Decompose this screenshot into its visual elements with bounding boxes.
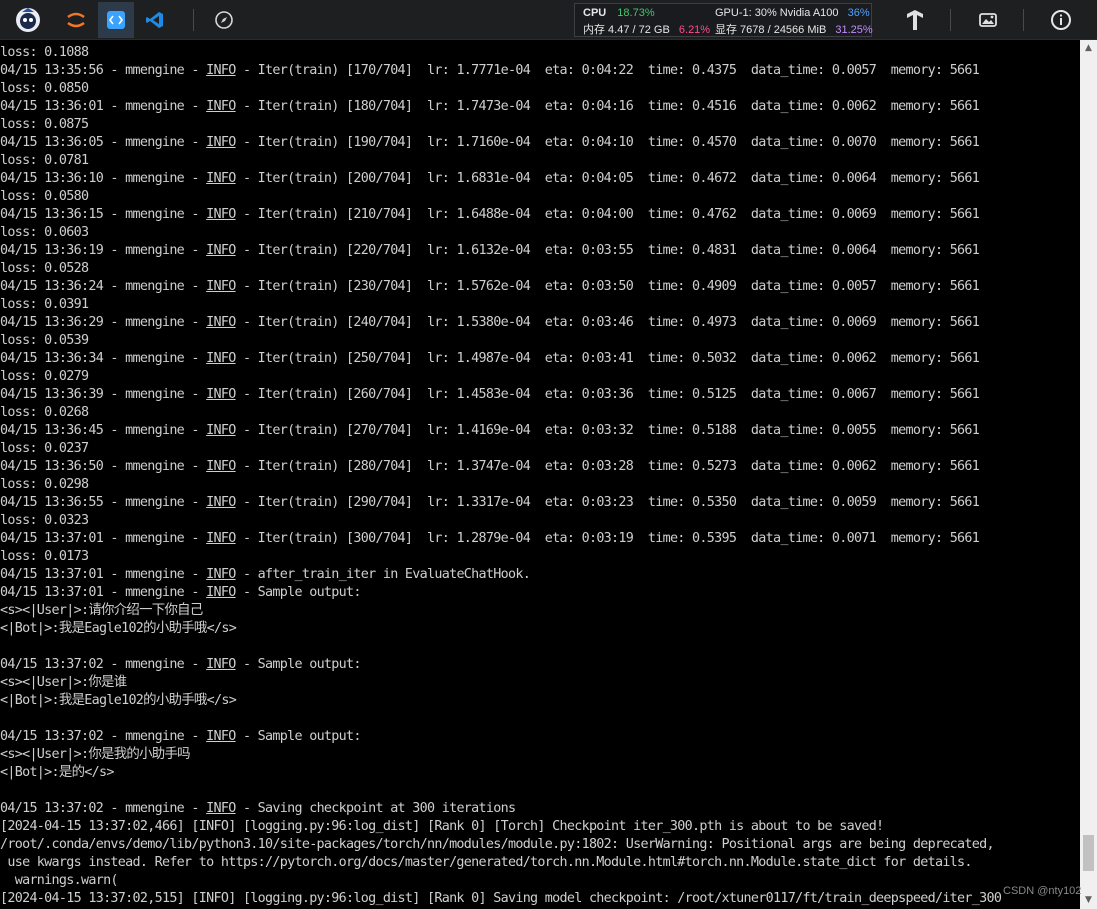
log-level: INFO xyxy=(206,657,236,672)
toolbar-divider xyxy=(1023,9,1024,31)
terminal-line: loss: 0.0237 xyxy=(0,441,89,456)
terminal-line: 04/15 13:37:01 - mmengine - INFO - Sampl… xyxy=(0,585,361,600)
top-toolbar: CPU 18.73% 内存 4.47 / 72 GB 6.21% GPU-1: … xyxy=(0,0,1097,40)
image-icon[interactable] xyxy=(972,4,1004,36)
log-level: INFO xyxy=(206,801,236,816)
terminal-output[interactable]: loss: 0.1088 04/15 13:35:56 - mmengine - … xyxy=(0,40,1080,909)
terminal-line: loss: 0.0268 xyxy=(0,405,89,420)
terminal-line: 04/15 13:36:45 - mmengine - INFO - Iter(… xyxy=(0,423,980,438)
log-level: INFO xyxy=(206,531,236,546)
log-level: INFO xyxy=(206,207,236,222)
terminal-line: <|Bot|>:我是Eagle102的小助手哦</s> xyxy=(0,693,237,708)
terminal-line: 04/15 13:36:01 - mmengine - INFO - Iter(… xyxy=(0,99,980,114)
toolbar-divider xyxy=(193,9,194,31)
cpu-value: 18.73% xyxy=(617,7,655,19)
terminal-line: <s><|User|>:你是我的小助手吗 xyxy=(0,747,191,762)
log-level: INFO xyxy=(206,63,236,78)
terminal-line: [2024-04-15 13:37:02,466] [INFO] [loggin… xyxy=(0,819,884,834)
terminal-line: 04/15 13:36:10 - mmengine - INFO - Iter(… xyxy=(0,171,980,186)
gpu-value: 36% xyxy=(847,7,870,19)
log-level: INFO xyxy=(206,387,236,402)
terminal-line: loss: 0.0279 xyxy=(0,369,89,384)
log-level: INFO xyxy=(206,423,236,438)
memory-value: 6.21% xyxy=(678,24,711,36)
terminal-line: 04/15 13:36:05 - mmengine - INFO - Iter(… xyxy=(0,135,980,150)
jupyter-icon[interactable] xyxy=(60,4,92,36)
watermark: CSDN @nty102 xyxy=(1003,885,1082,897)
scroll-up-arrow-icon[interactable]: ▲ xyxy=(1080,40,1097,57)
terminal-line: loss: 0.0781 xyxy=(0,153,89,168)
vram-label: 显存 7678 / 24566 MiB xyxy=(715,24,827,36)
terminal-line: <|Bot|>:是的</s> xyxy=(0,765,114,780)
terminal-line: <s><|User|>:你是谁 xyxy=(0,675,127,690)
toolbar-divider xyxy=(950,9,951,31)
app-logo-icon[interactable] xyxy=(12,4,44,36)
log-level: INFO xyxy=(206,567,236,582)
terminal-line: loss: 0.0603 xyxy=(0,225,89,240)
log-level: INFO xyxy=(206,585,236,600)
terminal-line: 04/15 13:36:19 - mmengine - INFO - Iter(… xyxy=(0,243,980,258)
resource-monitor: CPU 18.73% 内存 4.47 / 72 GB 6.21% GPU-1: … xyxy=(574,3,873,37)
terminal-line: loss: 0.0298 xyxy=(0,477,89,492)
terminal-line: loss: 0.1088 xyxy=(0,45,89,60)
terminal-line: 04/15 13:37:02 - mmengine - INFO - Savin… xyxy=(0,801,516,816)
vscode-icon[interactable] xyxy=(139,4,171,36)
log-level: INFO xyxy=(206,171,236,186)
terminal-line: 04/15 13:36:34 - mmengine - INFO - Iter(… xyxy=(0,351,980,366)
vertical-scrollbar[interactable]: ▲ ▼ xyxy=(1080,40,1097,909)
terminal-line: loss: 0.0580 xyxy=(0,189,89,204)
terminal-line: loss: 0.0323 xyxy=(0,513,89,528)
terminal-line: 04/15 13:37:01 - mmengine - INFO - Iter(… xyxy=(0,531,980,546)
terminal-line: 04/15 13:35:56 - mmengine - INFO - Iter(… xyxy=(0,63,980,78)
log-level: INFO xyxy=(206,99,236,114)
terminal-line: warnings.warn( xyxy=(0,873,119,888)
vram-value: 31.25% xyxy=(835,24,873,36)
terminal-line: <s><|User|>:请你介绍一下你自己 xyxy=(0,603,203,618)
terminal-line: <|Bot|>:我是Eagle102的小助手哦</s> xyxy=(0,621,237,636)
terminal-line: [2024-04-15 13:37:02,515] [INFO] [loggin… xyxy=(0,891,1002,906)
log-level: INFO xyxy=(206,135,236,150)
terminal-line: use kwargs instead. Refer to https://pyt… xyxy=(0,855,972,870)
code-editor-icon[interactable] xyxy=(98,2,134,38)
log-level: INFO xyxy=(206,351,236,366)
cpu-label: CPU xyxy=(583,7,607,19)
terminal-line: loss: 0.0173 xyxy=(0,549,89,564)
terminal-line: loss: 0.0391 xyxy=(0,297,89,312)
terminal-line: 04/15 13:37:02 - mmengine - INFO - Sampl… xyxy=(0,729,361,744)
info-icon[interactable] xyxy=(1045,4,1077,36)
log-level: INFO xyxy=(206,315,236,330)
terminal-line: 04/15 13:36:50 - mmengine - INFO - Iter(… xyxy=(0,459,980,474)
log-level: INFO xyxy=(206,729,236,744)
terminal-line: loss: 0.0539 xyxy=(0,333,89,348)
terminal-line: 04/15 13:36:15 - mmengine - INFO - Iter(… xyxy=(0,207,980,222)
terminal-line: loss: 0.0528 xyxy=(0,261,89,276)
log-level: INFO xyxy=(206,279,236,294)
compass-icon[interactable] xyxy=(208,4,240,36)
terminal-line: 04/15 13:36:55 - mmengine - INFO - Iter(… xyxy=(0,495,980,510)
log-level: INFO xyxy=(206,495,236,510)
scroll-down-arrow-icon[interactable]: ▼ xyxy=(1080,892,1097,909)
log-level: INFO xyxy=(206,459,236,474)
terminal-line: 04/15 13:36:39 - mmengine - INFO - Iter(… xyxy=(0,387,980,402)
terminal-line: /root/.conda/envs/demo/lib/python3.10/si… xyxy=(0,837,995,852)
scroll-thumb[interactable] xyxy=(1083,835,1094,871)
tensorboard-icon[interactable] xyxy=(899,4,931,36)
terminal-line: loss: 0.0850 xyxy=(0,81,89,96)
terminal-line: loss: 0.0875 xyxy=(0,117,89,132)
terminal-line: 04/15 13:37:02 - mmengine - INFO - Sampl… xyxy=(0,657,361,672)
log-level: INFO xyxy=(206,243,236,258)
terminal-line: 04/15 13:37:01 - mmengine - INFO - after… xyxy=(0,567,531,582)
terminal-line: 04/15 13:36:29 - mmengine - INFO - Iter(… xyxy=(0,315,980,330)
terminal-line: 04/15 13:36:24 - mmengine - INFO - Iter(… xyxy=(0,279,980,294)
gpu-label: GPU-1: 30% Nvidia A100 xyxy=(715,7,839,19)
memory-label: 内存 4.47 / 72 GB xyxy=(583,24,670,36)
